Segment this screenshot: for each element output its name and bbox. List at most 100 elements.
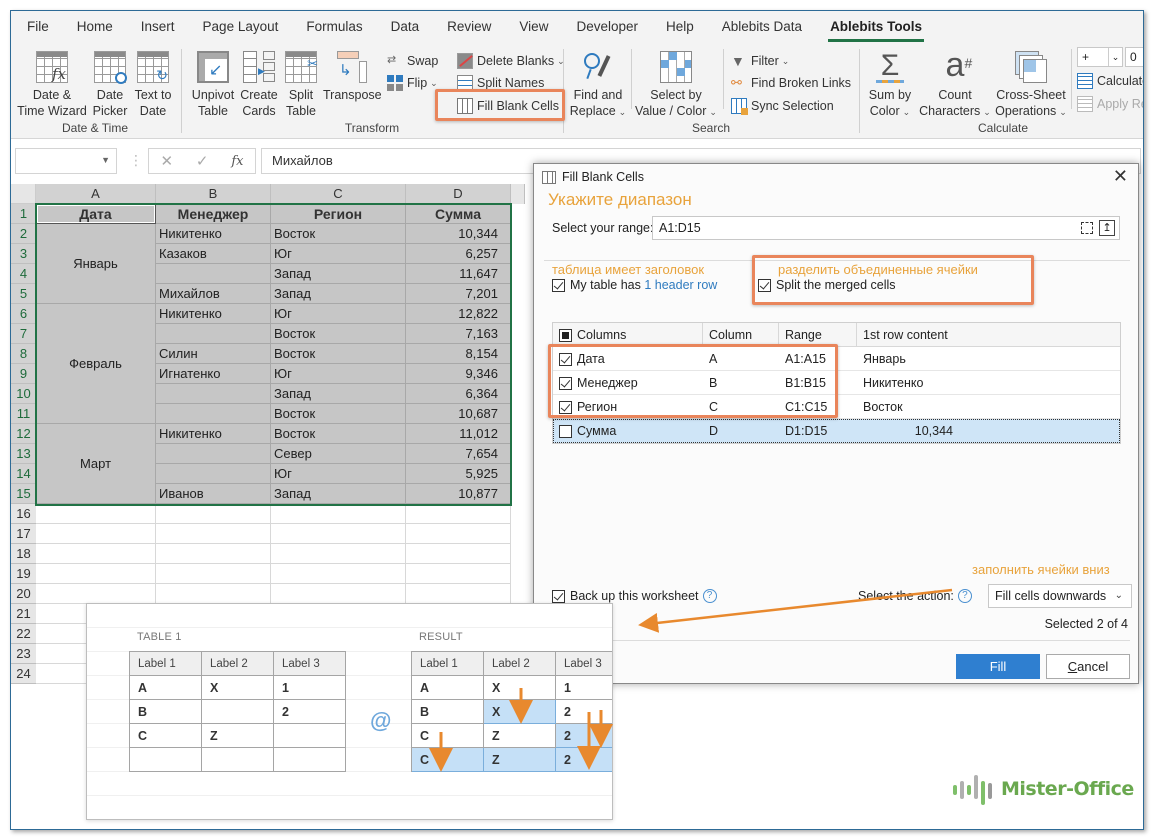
row-header-19[interactable]: 19 <box>11 564 36 584</box>
cancel-button[interactable]: Cancel <box>1046 654 1130 679</box>
sum-cell[interactable]: 10,877 <box>406 484 511 504</box>
count-characters-button[interactable]: a # Count Characters ⌄ <box>919 47 991 120</box>
help-icon[interactable]: ? <box>957 589 972 603</box>
manager-cell[interactable]: Казаков <box>156 244 271 264</box>
tab-file[interactable]: File <box>27 11 49 43</box>
column-header-a[interactable]: A <box>36 184 156 204</box>
region-cell[interactable]: Юг <box>271 464 406 484</box>
row-header-20[interactable]: 20 <box>11 584 36 604</box>
sum-cell[interactable]: 9,346 <box>406 364 511 384</box>
tab-data[interactable]: Data <box>391 11 420 43</box>
split-names-button[interactable]: Split Names <box>457 73 544 93</box>
column-row[interactable]: Регион C C1:C15 Восток <box>553 395 1120 419</box>
tab-formulas[interactable]: Formulas <box>306 11 362 43</box>
region-cell[interactable]: Запад <box>271 264 406 284</box>
merged-date-cell[interactable]: Январь <box>36 224 156 304</box>
region-cell[interactable]: Восток <box>271 324 406 344</box>
empty-cell[interactable] <box>271 524 406 544</box>
header-first-row-content[interactable]: 1st row content <box>857 323 1122 347</box>
region-cell[interactable]: Восток <box>271 224 406 244</box>
create-cards-button[interactable]: ▶ Create Cards <box>239 47 279 119</box>
empty-cell[interactable] <box>36 584 156 604</box>
header-columns[interactable]: Columns <box>553 323 703 347</box>
sum-cell[interactable]: 10,344 <box>406 224 511 244</box>
header-cell[interactable]: Регион <box>271 204 406 224</box>
empty-cell[interactable] <box>36 524 156 544</box>
sum-cell[interactable]: 7,201 <box>406 284 511 304</box>
column-header-c[interactable]: C <box>271 184 406 204</box>
manager-cell[interactable] <box>156 264 271 284</box>
sum-cell[interactable]: 8,154 <box>406 344 511 364</box>
select-by-value-color-button[interactable]: Select by Value / Color ⌄ <box>633 47 719 120</box>
name-box[interactable]: ▼ <box>15 148 117 174</box>
row-header-23[interactable]: 23 <box>11 644 36 664</box>
tab-help[interactable]: Help <box>666 11 694 43</box>
row-header-10[interactable]: 10 <box>11 384 36 404</box>
sum-cell[interactable]: 5,925 <box>406 464 511 484</box>
empty-cell[interactable] <box>406 544 511 564</box>
sync-selection-button[interactable]: Sync Selection <box>731 96 834 116</box>
tab-insert[interactable]: Insert <box>141 11 175 43</box>
header-column[interactable]: Column <box>703 323 779 347</box>
empty-cell[interactable] <box>36 564 156 584</box>
header-row-count-link[interactable]: 1 header row <box>644 278 717 292</box>
row-header-6[interactable]: 6 <box>11 304 36 324</box>
row-header-21[interactable]: 21 <box>11 604 36 624</box>
row-header-22[interactable]: 22 <box>11 624 36 644</box>
swap-button[interactable]: ⇄ Swap <box>387 51 438 71</box>
sum-cell[interactable]: 12,822 <box>406 304 511 324</box>
split-merged-checkbox[interactable] <box>758 278 771 292</box>
manager-cell[interactable]: Силин <box>156 344 271 364</box>
column-checkbox[interactable] <box>559 401 572 415</box>
calculate-button[interactable]: Calculate <box>1077 71 1143 91</box>
tab-ablebits-data[interactable]: Ablebits Data <box>722 11 802 43</box>
row-header-13[interactable]: 13 <box>11 444 36 464</box>
range-input[interactable]: A1:D15 ↥ <box>652 216 1120 240</box>
sum-by-color-button[interactable]: Σ Sum by Color ⌄ <box>863 47 917 120</box>
flip-button[interactable]: Flip ⌄ <box>387 73 438 93</box>
row-header-3[interactable]: 3 <box>11 244 36 264</box>
text-to-date-button[interactable]: ↻ Text to Date <box>131 47 175 119</box>
header-cell[interactable]: Сумма <box>406 204 511 224</box>
region-cell[interactable]: Запад <box>271 384 406 404</box>
sum-cell[interactable]: 6,257 <box>406 244 511 264</box>
date-time-wizard-button[interactable]: fx Date & Time Wizard <box>17 47 87 119</box>
operand-input[interactable]: 0 <box>1125 47 1143 67</box>
cancel-icon[interactable]: ✕ <box>160 152 173 170</box>
sum-cell[interactable]: 7,163 <box>406 324 511 344</box>
column-checkbox[interactable] <box>559 377 572 391</box>
close-button[interactable]: ✕ <box>1113 166 1128 187</box>
region-cell[interactable]: Восток <box>271 344 406 364</box>
row-header-9[interactable]: 9 <box>11 364 36 384</box>
column-row[interactable]: Менеджер B B1:B15 Никитенко <box>553 371 1120 395</box>
fill-blank-cells-button[interactable]: Fill Blank Cells <box>457 96 559 116</box>
unpivot-table-button[interactable]: ↙ Unpivot Table <box>187 47 239 119</box>
column-row[interactable]: Сумма D D1:D15 10,344 <box>553 419 1120 443</box>
manager-cell[interactable]: Иванов <box>156 484 271 504</box>
row-header-18[interactable]: 18 <box>11 544 36 564</box>
row-header-1[interactable]: 1 <box>11 204 36 224</box>
sum-cell[interactable]: 10,687 <box>406 404 511 424</box>
row-header-24[interactable]: 24 <box>11 664 36 684</box>
row-header-11[interactable]: 11 <box>11 404 36 424</box>
manager-cell[interactable] <box>156 404 271 424</box>
region-cell[interactable]: Запад <box>271 284 406 304</box>
column-checkbox[interactable] <box>559 353 572 367</box>
sum-cell[interactable]: 11,012 <box>406 424 511 444</box>
find-broken-links-button[interactable]: ⚯ Find Broken Links <box>731 73 851 93</box>
sum-cell[interactable]: 6,364 <box>406 384 511 404</box>
region-cell[interactable]: Запад <box>271 484 406 504</box>
filter-button[interactable]: ▼ Filter ⌄ <box>731 51 789 71</box>
row-header-15[interactable]: 15 <box>11 484 36 504</box>
empty-cell[interactable] <box>36 504 156 524</box>
date-picker-button[interactable]: Date Picker <box>89 47 131 119</box>
manager-cell[interactable]: Никитенко <box>156 304 271 324</box>
header-cell[interactable]: Менеджер <box>156 204 271 224</box>
empty-cell[interactable] <box>271 564 406 584</box>
cross-sheet-operations-button[interactable]: Cross-Sheet Operations ⌄ <box>993 47 1069 120</box>
region-cell[interactable]: Юг <box>271 364 406 384</box>
column-checkbox[interactable] <box>559 425 572 439</box>
header-range[interactable]: Range <box>779 323 857 347</box>
row-header-4[interactable]: 4 <box>11 264 36 284</box>
row-header-2[interactable]: 2 <box>11 224 36 244</box>
